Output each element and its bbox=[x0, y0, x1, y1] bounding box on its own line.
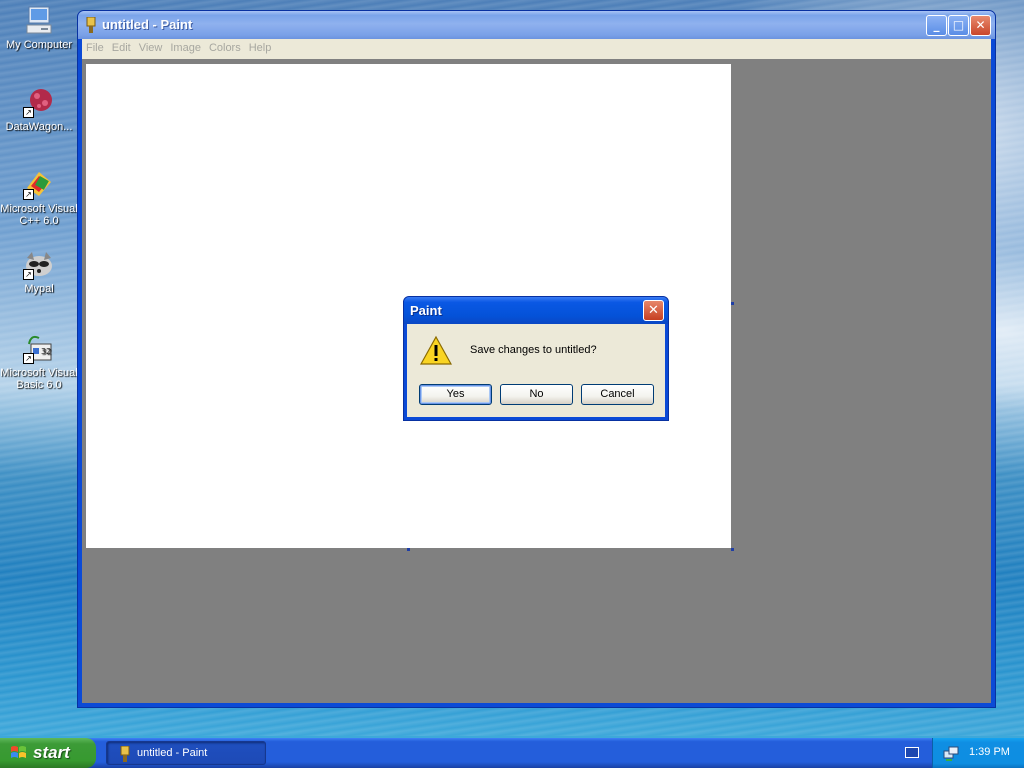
dialog-titlebar[interactable]: Paint ✕ bbox=[404, 297, 668, 324]
shortcut-arrow-icon: ↗ bbox=[23, 353, 34, 364]
visual-cpp-icon: ↗ bbox=[23, 168, 55, 200]
desktop-icon-label-line2: Basic 6.0 bbox=[16, 379, 62, 391]
paint-app-icon bbox=[118, 745, 132, 762]
menu-colors[interactable]: Colors bbox=[205, 39, 245, 54]
shortcut-arrow-icon: ↗ bbox=[23, 107, 34, 118]
resize-handle-corner[interactable] bbox=[731, 548, 734, 551]
desktop-icon-datawagon[interactable]: ↗ DataWagon... bbox=[0, 86, 78, 133]
desktop-icon-label: Microsoft Visual bbox=[0, 367, 78, 379]
menu-help[interactable]: Help bbox=[245, 39, 276, 54]
keyboard-icon[interactable] bbox=[905, 747, 919, 758]
close-icon: ✕ bbox=[975, 18, 986, 32]
resize-handle-bottom[interactable] bbox=[407, 548, 410, 551]
dialog-title: Paint bbox=[410, 303, 442, 318]
datawagon-icon: ↗ bbox=[23, 86, 55, 118]
desktop-icon-label: My Computer bbox=[5, 39, 73, 51]
system-clock[interactable]: 1:39 PM bbox=[969, 746, 1010, 758]
shortcut-arrow-icon: ↗ bbox=[23, 269, 34, 280]
desktop-icon-label: Microsoft Visual bbox=[0, 203, 78, 215]
network-icon[interactable] bbox=[943, 745, 959, 761]
no-button[interactable]: No bbox=[500, 384, 573, 405]
svg-text:32: 32 bbox=[41, 347, 51, 356]
dialog-body: Save changes to untitled? Yes No Cancel bbox=[407, 324, 665, 417]
system-tray: 1:39 PM bbox=[932, 738, 1024, 768]
close-button[interactable]: ✕ bbox=[970, 15, 991, 36]
taskbar-item-paint[interactable]: untitled - Paint bbox=[106, 741, 266, 765]
start-label: start bbox=[33, 743, 70, 762]
desktop-icon-my-computer[interactable]: My Computer bbox=[0, 4, 78, 51]
desktop-icon-visual-cpp[interactable]: ↗ Microsoft Visual C++ 6.0 bbox=[0, 168, 78, 227]
maximize-icon: □ bbox=[952, 18, 965, 32]
paint-app-icon[interactable] bbox=[84, 16, 98, 33]
menu-bar: File Edit View Image Colors Help bbox=[82, 39, 991, 58]
yes-button[interactable]: Yes bbox=[419, 384, 492, 405]
menu-edit[interactable]: Edit bbox=[108, 39, 135, 54]
desktop-icon-label: Mypal bbox=[24, 283, 54, 295]
menu-view[interactable]: View bbox=[135, 39, 167, 54]
dialog-close-button[interactable]: ✕ bbox=[643, 300, 664, 321]
menu-file[interactable]: File bbox=[82, 39, 108, 54]
window-title: untitled - Paint bbox=[102, 17, 193, 32]
minimize-icon: _ bbox=[933, 18, 940, 32]
menu-image[interactable]: Image bbox=[166, 39, 205, 54]
minimize-button[interactable]: _ bbox=[926, 15, 947, 36]
cancel-button[interactable]: Cancel bbox=[581, 384, 654, 405]
warning-icon bbox=[419, 335, 453, 367]
desktop-icon-label: DataWagon... bbox=[5, 121, 73, 133]
taskbar-item-label: untitled - Paint bbox=[137, 747, 208, 759]
window-titlebar[interactable]: untitled - Paint _ □ ✕ bbox=[78, 11, 995, 39]
desktop-icon-mypal[interactable]: ↗ Mypal bbox=[0, 248, 78, 295]
maximize-button[interactable]: □ bbox=[948, 15, 969, 36]
desktop-icon-label-line2: C++ 6.0 bbox=[19, 215, 59, 227]
my-computer-icon bbox=[23, 4, 55, 36]
close-icon: ✕ bbox=[648, 303, 659, 318]
mypal-icon: ↗ bbox=[23, 248, 55, 280]
taskbar: start untitled - Paint 1:39 PM bbox=[0, 738, 1024, 768]
start-button[interactable]: start bbox=[0, 738, 96, 768]
shortcut-arrow-icon: ↗ bbox=[23, 189, 34, 200]
visual-basic-icon: 32 ↗ bbox=[23, 332, 55, 364]
resize-handle-right[interactable] bbox=[731, 302, 734, 305]
save-changes-dialog: Paint ✕ Save changes to untitled? Yes No… bbox=[403, 296, 669, 421]
dialog-message: Save changes to untitled? bbox=[470, 344, 597, 356]
desktop-icon-visual-basic[interactable]: 32 ↗ Microsoft Visual Basic 6.0 bbox=[0, 332, 78, 391]
windows-flag-icon bbox=[10, 745, 27, 761]
